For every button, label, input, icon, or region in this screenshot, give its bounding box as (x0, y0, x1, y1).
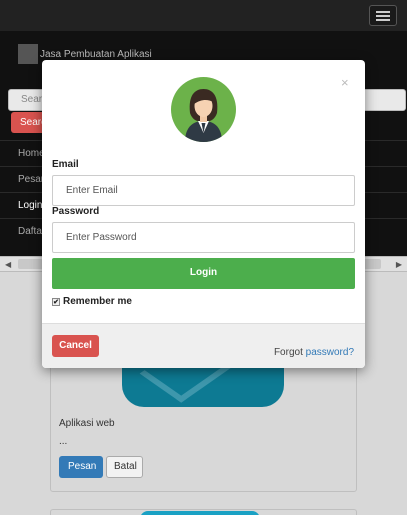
scroll-left-icon[interactable]: ◀ (5, 260, 11, 269)
cancel-order-button[interactable]: Batal (106, 456, 143, 478)
brand-logo (18, 44, 38, 64)
modal-footer: Cancel Forgot password? (42, 323, 365, 368)
forgot-password-link[interactable]: password? (306, 347, 354, 358)
password-label: Password (52, 206, 100, 217)
order-button[interactable]: Pesan (59, 456, 103, 478)
hamburger-line (376, 11, 390, 13)
login-button[interactable]: Login (52, 258, 355, 289)
login-modal: × Email Enter Email Password Enter Passw… (42, 60, 365, 368)
product-description: ... (59, 436, 68, 447)
menu-toggle-button[interactable] (369, 5, 397, 26)
product-image (122, 362, 284, 407)
scroll-right-icon[interactable]: ▶ (396, 260, 402, 269)
avatar-icon (171, 77, 236, 142)
password-field[interactable]: Enter Password (52, 222, 355, 253)
hamburger-line (376, 15, 390, 17)
remember-me-label: Remember me (63, 296, 132, 307)
forgot-password-text: Forgot password? (274, 347, 354, 358)
remember-me-checkbox[interactable]: ✔ (52, 297, 60, 306)
cancel-button[interactable]: Cancel (52, 335, 99, 357)
product-image (140, 511, 260, 515)
product-title: Aplikasi web (59, 418, 115, 429)
forgot-prefix: Forgot (273, 347, 303, 358)
close-icon[interactable]: × (341, 75, 349, 90)
brand-name: Jasa Pembuatan Aplikasi (40, 48, 152, 60)
hamburger-line (376, 19, 390, 21)
top-navbar (0, 0, 407, 31)
remember-me-row[interactable]: ✔ Remember me (52, 296, 132, 307)
email-label: Email (52, 159, 79, 170)
email-field[interactable]: Enter Email (52, 175, 355, 206)
